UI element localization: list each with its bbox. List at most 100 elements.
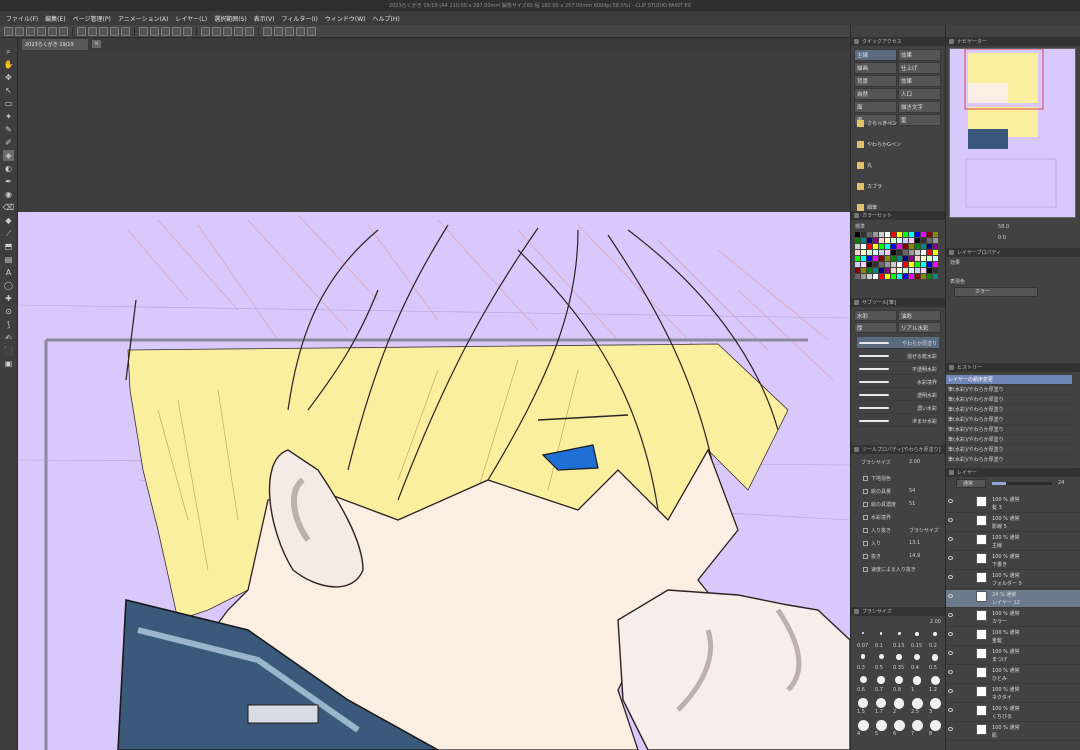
history-item[interactable]: 筆(水彩)/やわらか厚塗り	[946, 445, 1072, 455]
eye-icon[interactable]	[948, 670, 953, 674]
eye-icon[interactable]	[948, 499, 953, 503]
command-icon[interactable]	[88, 26, 97, 36]
color-set-name[interactable]: 標準	[855, 223, 865, 230]
property-checkbox[interactable]	[863, 541, 868, 546]
color-swatch[interactable]	[933, 274, 938, 279]
property-checkbox[interactable]	[863, 489, 868, 494]
color-swatch[interactable]	[855, 250, 860, 255]
tool-property-header[interactable]: ツールプロパティ[やわらか厚塗り]	[851, 445, 945, 454]
eye-icon[interactable]	[948, 518, 953, 522]
color-swatch[interactable]	[927, 244, 932, 249]
color-swatch[interactable]	[855, 274, 860, 279]
color-swatch[interactable]	[873, 244, 878, 249]
color-swatch[interactable]	[873, 232, 878, 237]
command-icon[interactable]	[77, 26, 86, 36]
color-swatch[interactable]	[921, 274, 926, 279]
brush-size-dot[interactable]	[862, 632, 864, 634]
brush-size-dot[interactable]	[878, 654, 884, 659]
zoom-icon[interactable]: ⌕	[3, 46, 14, 57]
brush-size-option[interactable]: 0.5	[929, 665, 937, 671]
brush-size-option[interactable]: 2	[893, 709, 896, 715]
pen-icon[interactable]: ✎	[3, 124, 14, 135]
brush-size-dot[interactable]	[893, 720, 905, 731]
quick-access-header[interactable]: クイックアクセス	[851, 37, 945, 46]
color-swatch[interactable]	[885, 232, 890, 237]
brush-size-option[interactable]: 0.7	[875, 687, 883, 693]
color-swatch[interactable]	[873, 268, 878, 273]
color-swatch[interactable]	[867, 256, 872, 261]
color-swatch[interactable]	[867, 250, 872, 255]
color-swatch[interactable]	[873, 274, 878, 279]
quick-access-item[interactable]: 人口	[898, 88, 941, 100]
color-swatch[interactable]	[897, 250, 902, 255]
menu-item[interactable]: アニメーション(A)	[118, 14, 169, 23]
color-swatch[interactable]	[861, 232, 866, 237]
color-swatch[interactable]	[909, 274, 914, 279]
history-item[interactable]: 筆(水彩)/やわらか厚塗り	[946, 405, 1072, 415]
quick-access-item[interactable]: 描画	[854, 62, 897, 74]
quick-access-item[interactable]: 髪	[898, 114, 941, 126]
canvas-area[interactable]	[18, 50, 850, 750]
layer-row[interactable]: 100 % 通常 金髪	[946, 628, 1080, 646]
command-icon[interactable]	[172, 26, 181, 36]
blend-icon[interactable]: ◆	[3, 215, 14, 226]
sub-tool-item[interactable]: カブラ	[857, 183, 882, 190]
history-item[interactable]: 筆(水彩)/やわらか厚塗り	[946, 395, 1072, 405]
color-swatch[interactable]	[885, 238, 890, 243]
color-swatch[interactable]	[927, 268, 932, 273]
hand-icon[interactable]: ✋	[3, 59, 14, 70]
brush-item[interactable]: 水彩境界	[857, 376, 939, 388]
color-swatch[interactable]	[885, 250, 890, 255]
ruler-icon[interactable]: ✚	[3, 293, 14, 304]
brush-size-dot[interactable]	[933, 632, 937, 636]
deco-icon[interactable]: ✒	[3, 176, 14, 187]
brush-size-option[interactable]: 0.1	[875, 643, 883, 649]
color-swatch[interactable]	[927, 238, 932, 243]
color-swatch[interactable]	[927, 262, 932, 267]
brush-size-dot[interactable]	[931, 654, 939, 661]
color-swatch[interactable]	[861, 250, 866, 255]
color-swatch[interactable]	[897, 262, 902, 267]
brush-size-dot[interactable]	[875, 720, 887, 731]
color-swatch[interactable]	[903, 274, 908, 279]
brush-size-dot[interactable]	[914, 654, 920, 660]
brush-group-tab[interactable]: 油彩	[898, 310, 941, 321]
color-swatch[interactable]	[855, 238, 860, 243]
color-swatch[interactable]	[879, 268, 884, 273]
color-swatch[interactable]	[861, 238, 866, 243]
color-swatch[interactable]	[855, 232, 860, 237]
opacity-value[interactable]: 24	[1058, 480, 1064, 486]
brush-size-option[interactable]: 0.13	[893, 643, 904, 649]
color-swatch[interactable]	[915, 250, 920, 255]
property-checkbox[interactable]	[863, 502, 868, 507]
history-item[interactable]: 筆(水彩)/やわらか厚塗り	[946, 455, 1072, 465]
color-swatch[interactable]	[897, 268, 902, 273]
layer-row[interactable]: 100 % 通常肌	[946, 723, 1080, 741]
menu-item[interactable]: 表示(V)	[254, 14, 275, 23]
command-icon[interactable]	[307, 26, 316, 36]
color-swatch[interactable]	[909, 250, 914, 255]
property-value[interactable]: 13.1	[909, 540, 920, 546]
brush-size-option[interactable]: 0.5	[875, 665, 883, 671]
color-swatch[interactable]	[885, 256, 890, 261]
brush-size-option[interactable]: 1	[911, 687, 914, 693]
brush-size-dot[interactable]	[877, 676, 885, 684]
brush-size-dot[interactable]	[876, 698, 886, 708]
color-swatch[interactable]	[903, 238, 908, 243]
color-swatch[interactable]	[867, 268, 872, 273]
color-swatch[interactable]	[867, 274, 872, 279]
airbrush-icon[interactable]: ◐	[3, 163, 14, 174]
brush-size-dot[interactable]	[930, 676, 940, 685]
eye-icon[interactable]	[948, 556, 953, 560]
property-value[interactable]: 51	[909, 501, 915, 507]
brush-item[interactable]: 混ぜる乾水彩	[857, 350, 939, 362]
color-swatch[interactable]	[933, 232, 938, 237]
blend-mode-select[interactable]: 通常	[956, 479, 986, 488]
eyedropper-icon[interactable]: ⊙	[3, 306, 14, 317]
color-swatch[interactable]	[879, 238, 884, 243]
command-icon[interactable]	[274, 26, 283, 36]
command-icon[interactable]	[26, 26, 35, 36]
select-icon[interactable]: ↖	[3, 85, 14, 96]
brush-size-option[interactable]: 0.15	[911, 643, 922, 649]
command-icon[interactable]	[183, 26, 192, 36]
